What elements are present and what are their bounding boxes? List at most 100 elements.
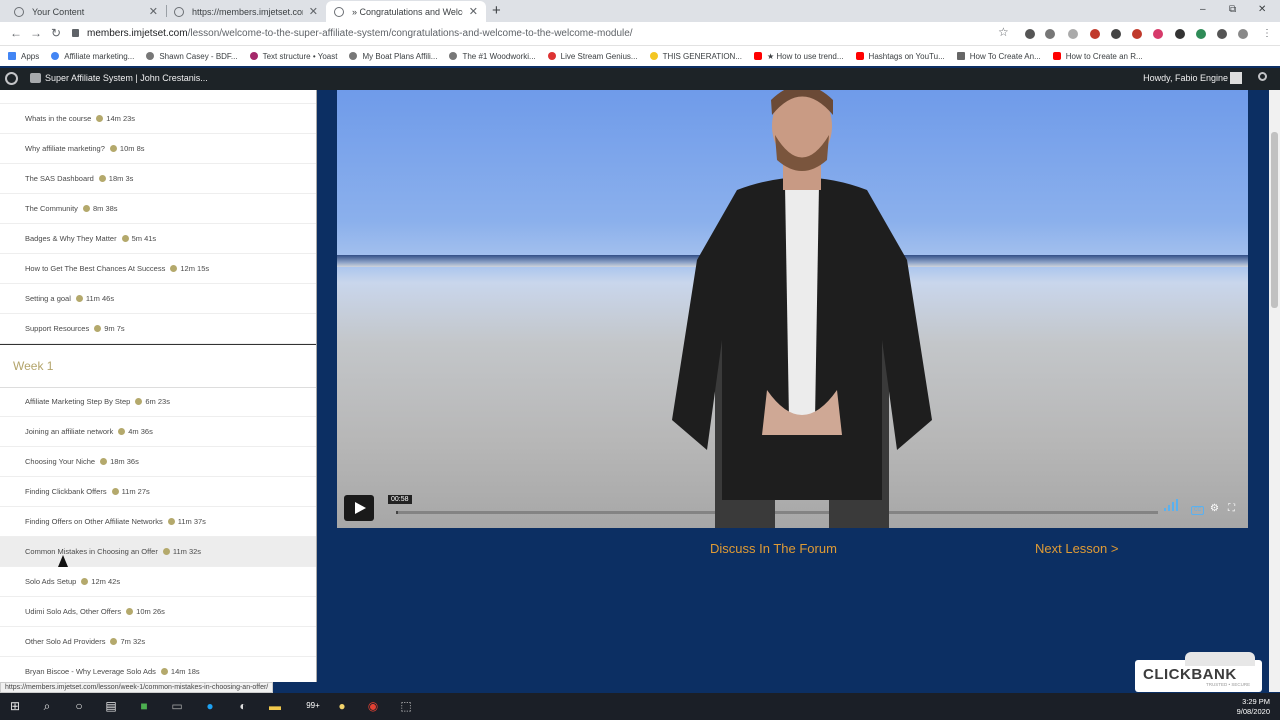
lesson-row[interactable]: Bryan Biscoe - Why Leverage Solo Ads 14m… bbox=[0, 657, 316, 682]
bookmarks-bar: Apps Affiliate marketing... Shawn Casey … bbox=[0, 46, 1280, 66]
system-clock[interactable]: 3:29 PM 9/08/2020 bbox=[1237, 697, 1270, 717]
discuss-forum-link[interactable]: Discuss In The Forum bbox=[710, 541, 837, 556]
extension-icon[interactable] bbox=[1153, 29, 1163, 39]
extension-icon[interactable] bbox=[1045, 29, 1055, 39]
lesson-duration: 9m 7s bbox=[94, 324, 125, 333]
progress-fill bbox=[396, 511, 399, 514]
week-1-heading[interactable]: Week 1 bbox=[0, 344, 316, 388]
app-icon[interactable]: ◐ bbox=[236, 699, 250, 713]
minimize-button[interactable]: – bbox=[1200, 4, 1206, 15]
lesson-row[interactable]: Choosing Your Niche 18m 36s bbox=[0, 447, 316, 477]
scrollbar-thumb[interactable] bbox=[1271, 132, 1278, 308]
url-field[interactable]: members.imjetset.com/lesson/welcome-to-t… bbox=[72, 25, 1012, 43]
bookmark-item[interactable]: How To Create An... bbox=[956, 52, 1041, 61]
video-player[interactable] bbox=[337, 90, 1248, 528]
search-icon[interactable] bbox=[1258, 72, 1267, 81]
lesson-row[interactable]: Setting a goal 11m 46s bbox=[0, 284, 316, 314]
bookmark-item[interactable]: Hashtags on YouTu... bbox=[855, 52, 945, 61]
lesson-row[interactable]: Udimi Solo Ads, Other Offers 10m 26s bbox=[0, 597, 316, 627]
lesson-row[interactable]: Solo Ads Setup 12m 42s bbox=[0, 567, 316, 597]
lesson-row-partial[interactable] bbox=[0, 90, 316, 104]
lesson-row[interactable]: Badges & Why They Matter 5m 41s bbox=[0, 224, 316, 254]
volume-icon[interactable] bbox=[1164, 499, 1180, 515]
bookmark-item[interactable]: How to Create an R... bbox=[1052, 52, 1143, 61]
bookmark-item[interactable]: Affiliate marketing... bbox=[51, 52, 134, 61]
app-icon[interactable]: ▭ bbox=[170, 699, 184, 713]
extension-icon[interactable] bbox=[1068, 29, 1078, 39]
windows-start-icon[interactable]: ⊞ bbox=[8, 699, 22, 713]
clickbank-badge[interactable]: CLICKBANK TRUSTED • SECURE bbox=[1135, 652, 1262, 692]
search-icon[interactable]: ⌕ bbox=[40, 699, 54, 713]
bookmark-item[interactable]: The #1 Woodworki... bbox=[449, 52, 536, 61]
new-tab-button[interactable]: + bbox=[492, 2, 501, 19]
lesson-row[interactable]: Finding Clickbank Offers 11m 27s bbox=[0, 477, 316, 507]
lesson-title: Joining an affiliate network bbox=[25, 427, 114, 436]
mail-badge[interactable]: 99+ bbox=[300, 699, 326, 713]
cortana-icon[interactable]: ○ bbox=[72, 699, 86, 713]
lesson-row[interactable]: Finding Offers on Other Affiliate Networ… bbox=[0, 507, 316, 537]
bookmark-apps[interactable]: Apps bbox=[8, 52, 39, 61]
profile-avatar[interactable] bbox=[1238, 29, 1248, 39]
app-icon[interactable]: ● bbox=[335, 699, 349, 713]
browser-tab-active[interactable]: » Congratulations and Welcome ✕ bbox=[326, 1, 486, 22]
extension-icon[interactable] bbox=[1132, 29, 1142, 39]
close-window-button[interactable]: ✕ bbox=[1258, 4, 1266, 15]
lesson-row[interactable]: Affiliate Marketing Step By Step 6m 23s bbox=[0, 387, 316, 417]
lesson-row[interactable]: Joining an affiliate network 4m 36s bbox=[0, 417, 316, 447]
extension-icon[interactable] bbox=[1090, 29, 1100, 39]
forward-icon[interactable]: → bbox=[30, 26, 42, 40]
home-icon[interactable] bbox=[30, 73, 41, 83]
next-lesson-link[interactable]: Next Lesson > bbox=[1035, 541, 1118, 556]
avatar[interactable] bbox=[1230, 72, 1242, 84]
bookmark-item[interactable]: ★ How to use trend... bbox=[754, 52, 844, 61]
lesson-row[interactable]: Other Solo Ad Providers 7m 32s bbox=[0, 627, 316, 657]
bookmark-item[interactable]: Live Stream Genius... bbox=[547, 52, 638, 61]
browser-tab-your-content[interactable]: Your Content ✕ bbox=[6, 1, 166, 22]
clock-icon bbox=[170, 265, 178, 272]
close-tab-icon[interactable]: ✕ bbox=[149, 5, 158, 18]
bookmark-item[interactable]: Shawn Casey - BDF... bbox=[146, 52, 238, 61]
extensions-puzzle-icon[interactable] bbox=[1217, 29, 1227, 39]
chrome-icon[interactable]: ◉ bbox=[366, 699, 380, 713]
browser-menu-icon[interactable]: ⋮ bbox=[1262, 29, 1272, 39]
bookmark-item[interactable]: My Boat Plans Affili... bbox=[349, 52, 437, 61]
bookmark-item[interactable]: Text structure • Yoast bbox=[249, 52, 337, 61]
play-button[interactable] bbox=[344, 495, 374, 521]
howdy-user[interactable]: Howdy, Fabio Engine bbox=[1143, 73, 1228, 83]
captions-icon[interactable]: CC bbox=[1191, 506, 1204, 515]
page-scrollbar[interactable] bbox=[1269, 90, 1280, 692]
restore-button[interactable]: ⧉ bbox=[1229, 4, 1236, 15]
browser-tab-members[interactable]: https://members.imjetset.com ✕ bbox=[166, 1, 326, 22]
back-icon[interactable]: ← bbox=[10, 26, 22, 40]
lesson-duration: 4m 36s bbox=[118, 427, 153, 436]
wordpress-logo-icon[interactable] bbox=[5, 72, 18, 85]
lesson-row[interactable]: Support Resources 9m 7s bbox=[0, 314, 316, 344]
lesson-row[interactable]: How to Get The Best Chances At Success 1… bbox=[0, 254, 316, 284]
bookmark-star-icon[interactable]: ☆ bbox=[998, 25, 1009, 39]
bookmark-item[interactable]: THIS GENERATION... bbox=[649, 52, 742, 61]
lesson-row[interactable]: The SAS Dashboard 18m 3s bbox=[0, 164, 316, 194]
file-explorer-icon[interactable]: ▬ bbox=[268, 699, 282, 713]
lesson-row[interactable]: Whats in the course 14m 23s bbox=[0, 104, 316, 134]
store-icon[interactable]: ■ bbox=[137, 699, 151, 713]
clock-icon bbox=[162, 548, 170, 555]
lesson-row[interactable]: Why affiliate marketing? 10m 8s bbox=[0, 134, 316, 164]
extension-icon[interactable] bbox=[1175, 29, 1185, 39]
taskbar: ⊞ ⌕ ○ ▤ ■ ▭ ● ◐ ▬ 99+ ● ◉ ⬚ 3:29 PM 9/08… bbox=[0, 693, 1280, 720]
close-tab-icon[interactable]: ✕ bbox=[469, 5, 478, 18]
task-view-icon[interactable]: ▤ bbox=[104, 699, 118, 713]
close-tab-icon[interactable]: ✕ bbox=[309, 5, 318, 18]
snip-icon[interactable]: ⬚ bbox=[399, 699, 413, 713]
fullscreen-icon[interactable]: ⛶ bbox=[1228, 504, 1235, 514]
extension-icon[interactable] bbox=[1025, 29, 1035, 39]
settings-gear-icon[interactable]: ⚙ bbox=[1210, 504, 1219, 514]
progress-bar[interactable] bbox=[396, 511, 1158, 514]
extension-icon[interactable] bbox=[1196, 29, 1206, 39]
site-name-link[interactable]: Super Affiliate System | John Crestanis.… bbox=[45, 73, 208, 83]
lesson-row[interactable]: The Community 8m 38s bbox=[0, 194, 316, 224]
lesson-row-hovered[interactable]: Common Mistakes in Choosing an Offer 11m… bbox=[0, 537, 316, 567]
edge-icon[interactable]: ● bbox=[203, 699, 217, 713]
reload-icon[interactable]: ↻ bbox=[51, 26, 61, 40]
extension-icon[interactable] bbox=[1111, 29, 1121, 39]
broadcast-icon bbox=[547, 52, 556, 60]
